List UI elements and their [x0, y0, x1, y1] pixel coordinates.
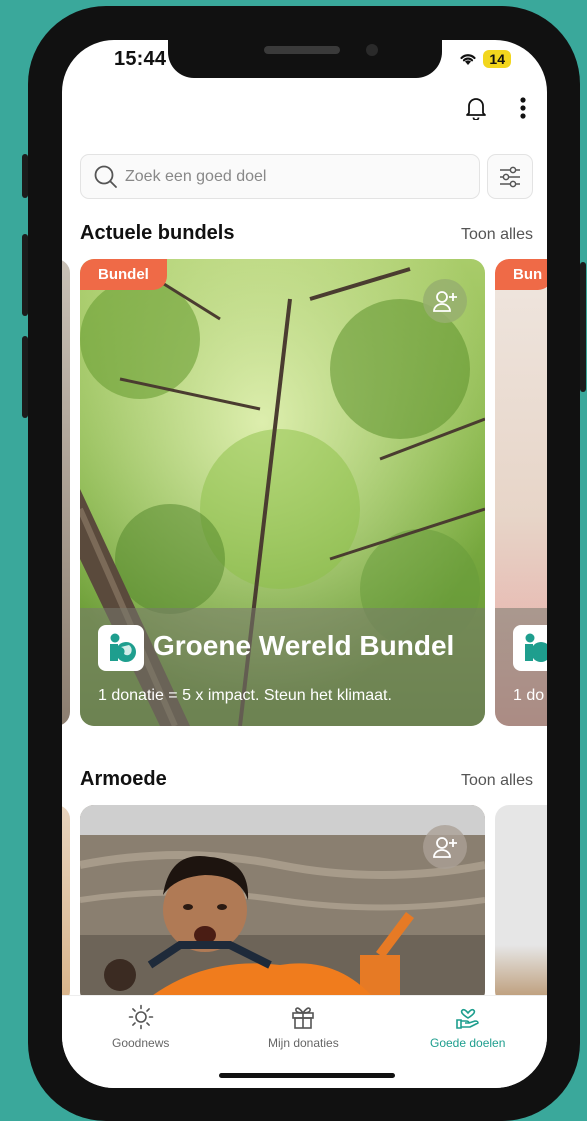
tab-goodnews-label: Goodnews [112, 1036, 170, 1050]
next-poverty-card-peek[interactable] [495, 805, 547, 1005]
phone-volume-up [22, 234, 28, 316]
search-placeholder: Zoek een goed doel [125, 167, 267, 185]
battery-indicator: 14 [483, 50, 511, 68]
previous-card-peek[interactable] [62, 259, 70, 726]
follow-poverty-button[interactable] [423, 825, 467, 869]
next-bundle-badge: Bun [495, 259, 547, 290]
user-plus-icon [433, 291, 457, 312]
section-title-bundels: Actuele bundels [80, 222, 235, 244]
phone-silent-switch [22, 154, 28, 198]
filter-button[interactable] [487, 154, 533, 199]
bell-icon[interactable] [465, 96, 487, 120]
speaker [264, 46, 340, 54]
charity-logo [98, 625, 144, 671]
top-actions [465, 96, 527, 120]
show-all-bundels-link[interactable]: Toon alles [461, 226, 533, 244]
gift-icon [292, 1007, 315, 1029]
child-playing-image [80, 805, 485, 1005]
app-screen: 15:44 14 Zoek een goed doel Actuele bund… [62, 40, 547, 1088]
bundle-badge: Bundel [80, 259, 167, 290]
phone-power-button [580, 262, 586, 392]
notch [168, 40, 442, 78]
user-plus-icon [433, 837, 457, 858]
tab-goede-doelen-label: Goede doelen [430, 1036, 506, 1050]
poverty-card[interactable] [80, 805, 485, 1005]
camera [366, 44, 378, 56]
next-charity-logo [513, 625, 547, 671]
wifi-icon [460, 54, 477, 65]
sun-icon [128, 1004, 153, 1030]
section-title-armoede: Armoede [80, 768, 167, 790]
globe-person-icon [110, 633, 136, 662]
sliders-icon [500, 166, 520, 187]
tab-goede-doelen[interactable]: Goede doelen [430, 1004, 505, 1050]
tab-goodnews[interactable]: Goodnews [112, 1004, 169, 1050]
follow-button[interactable] [423, 279, 467, 323]
globe-person-icon [525, 633, 547, 662]
bundle-card[interactable]: Bundel Groene Wereld Bundel 1 donatie = … [80, 259, 485, 726]
tab-mijn-donaties[interactable]: Mijn donaties [268, 1004, 339, 1050]
bundle-subtitle: 1 donatie = 5 x impact. Steun het klimaa… [98, 687, 392, 704]
tab-mijn-donaties-label: Mijn donaties [268, 1036, 339, 1050]
next-bundle-subtitle: 1 do [513, 687, 545, 704]
more-vertical-icon[interactable] [519, 96, 527, 120]
home-indicator [219, 1073, 395, 1078]
phone-volume-down [22, 336, 28, 418]
previous-poverty-card-peek[interactable] [62, 805, 70, 1005]
status-time: 15:44 [114, 48, 167, 70]
search-icon [94, 165, 117, 188]
show-all-armoede-link[interactable]: Toon alles [461, 772, 533, 790]
next-bundle-card-peek[interactable]: Bun 1 do [495, 259, 547, 726]
search-input[interactable]: Zoek een goed doel [80, 154, 480, 199]
hand-heart-icon [455, 1008, 479, 1029]
status-right: 14 [459, 50, 511, 68]
bundle-title: Groene Wereld Bundel [153, 630, 455, 661]
